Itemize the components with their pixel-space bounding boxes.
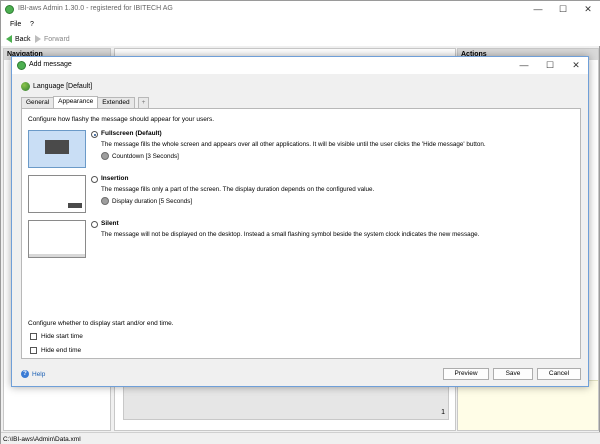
tab-appearance[interactable]: Appearance: [53, 96, 99, 108]
hide-start-time-checkbox[interactable]: [30, 333, 37, 340]
main-titlebar: IBI-aws Admin 1.30.0 - registered for IB…: [1, 1, 600, 18]
silent-radio[interactable]: [91, 221, 98, 228]
menubar: File ?: [1, 18, 600, 32]
hide-start-time-row[interactable]: Hide start time: [30, 333, 83, 340]
hide-end-time-label: Hide end time: [41, 347, 82, 354]
info-area: [458, 380, 598, 430]
appearance-intro: Configure how flashy the message should …: [28, 116, 215, 123]
fullscreen-preview[interactable]: [28, 130, 86, 168]
insertion-preview[interactable]: [28, 175, 86, 213]
maximize-icon[interactable]: ☐: [556, 3, 570, 15]
silent-title: Silent: [101, 220, 119, 227]
preview-button[interactable]: Preview: [443, 368, 489, 380]
fullscreen-preview-box: [45, 140, 69, 154]
gear-icon: [101, 197, 109, 205]
time-config-text: Configure whether to display start and/o…: [28, 320, 174, 327]
save-button[interactable]: Save: [493, 368, 533, 380]
appearance-content: Configure how flashy the message should …: [21, 108, 581, 359]
hide-start-time-label: Hide start time: [41, 333, 83, 340]
dialog-app-icon: [17, 61, 26, 70]
insertion-title: Insertion: [101, 175, 129, 182]
navbar: Back Forward: [1, 32, 600, 46]
forward-arrow-icon: [35, 35, 41, 43]
language-label: Language [Default]: [33, 83, 93, 90]
silent-preview[interactable]: [28, 220, 86, 258]
back-arrow-icon: [6, 35, 12, 43]
fullscreen-title: Fullscreen (Default): [101, 130, 162, 137]
menu-file[interactable]: File: [10, 21, 21, 28]
insertion-desc: The message fills only a part of the scr…: [101, 186, 375, 193]
back-label: Back: [15, 35, 31, 43]
app-icon: [5, 5, 14, 14]
dialog-titlebar: Add message — ☐ ✕: [12, 57, 588, 74]
dialog-minimize-icon[interactable]: —: [517, 59, 531, 71]
fullscreen-radio[interactable]: [91, 131, 98, 138]
countdown-label: Countdown [3 Seconds]: [112, 152, 179, 160]
main-title: IBI-aws Admin 1.30.0 - registered for IB…: [18, 5, 173, 12]
tab-extended[interactable]: Extended: [97, 97, 135, 108]
minimize-icon[interactable]: —: [531, 3, 545, 15]
hide-end-time-row[interactable]: Hide end time: [30, 347, 81, 354]
display-duration-label: Display duration [5 Seconds]: [112, 197, 193, 205]
cancel-button[interactable]: Cancel: [537, 368, 581, 380]
add-message-dialog: Add message — ☐ ✕ Language [Default] Gen…: [11, 56, 589, 387]
dialog-close-icon[interactable]: ✕: [569, 59, 583, 71]
globe-icon: [21, 82, 30, 91]
help-label: Help: [32, 370, 46, 378]
display-duration-option[interactable]: Display duration [5 Seconds]: [101, 197, 192, 205]
forward-label: Forward: [44, 35, 70, 43]
status-bar: C:\IBI-aws\Admin\Data.xml: [1, 432, 600, 444]
silent-desc: The message will not be displayed on the…: [101, 231, 480, 238]
tab-general[interactable]: General: [21, 97, 55, 108]
language-selector[interactable]: Language [Default]: [21, 82, 92, 91]
dialog-maximize-icon[interactable]: ☐: [543, 59, 557, 71]
countdown-option[interactable]: Countdown [3 Seconds]: [101, 152, 179, 160]
dialog-title: Add message: [29, 61, 72, 68]
fullscreen-desc: The message fills the whole screen and a…: [101, 141, 486, 148]
add-tab-button[interactable]: +: [137, 97, 150, 108]
hide-end-time-checkbox[interactable]: [30, 347, 37, 354]
page-number: 1: [441, 409, 445, 416]
insertion-radio[interactable]: [91, 176, 98, 183]
back-button[interactable]: Back: [6, 34, 31, 44]
insertion-preview-box: [68, 203, 82, 208]
close-icon[interactable]: ✕: [581, 3, 595, 15]
help-icon: ?: [21, 370, 29, 378]
help-link[interactable]: ? Help: [21, 370, 45, 378]
menu-help[interactable]: ?: [30, 21, 34, 28]
forward-button[interactable]: Forward: [35, 34, 70, 44]
dialog-tabs: General Appearance Extended +: [21, 96, 150, 108]
gear-icon: [101, 152, 109, 160]
silent-preview-taskbar: [29, 254, 85, 257]
